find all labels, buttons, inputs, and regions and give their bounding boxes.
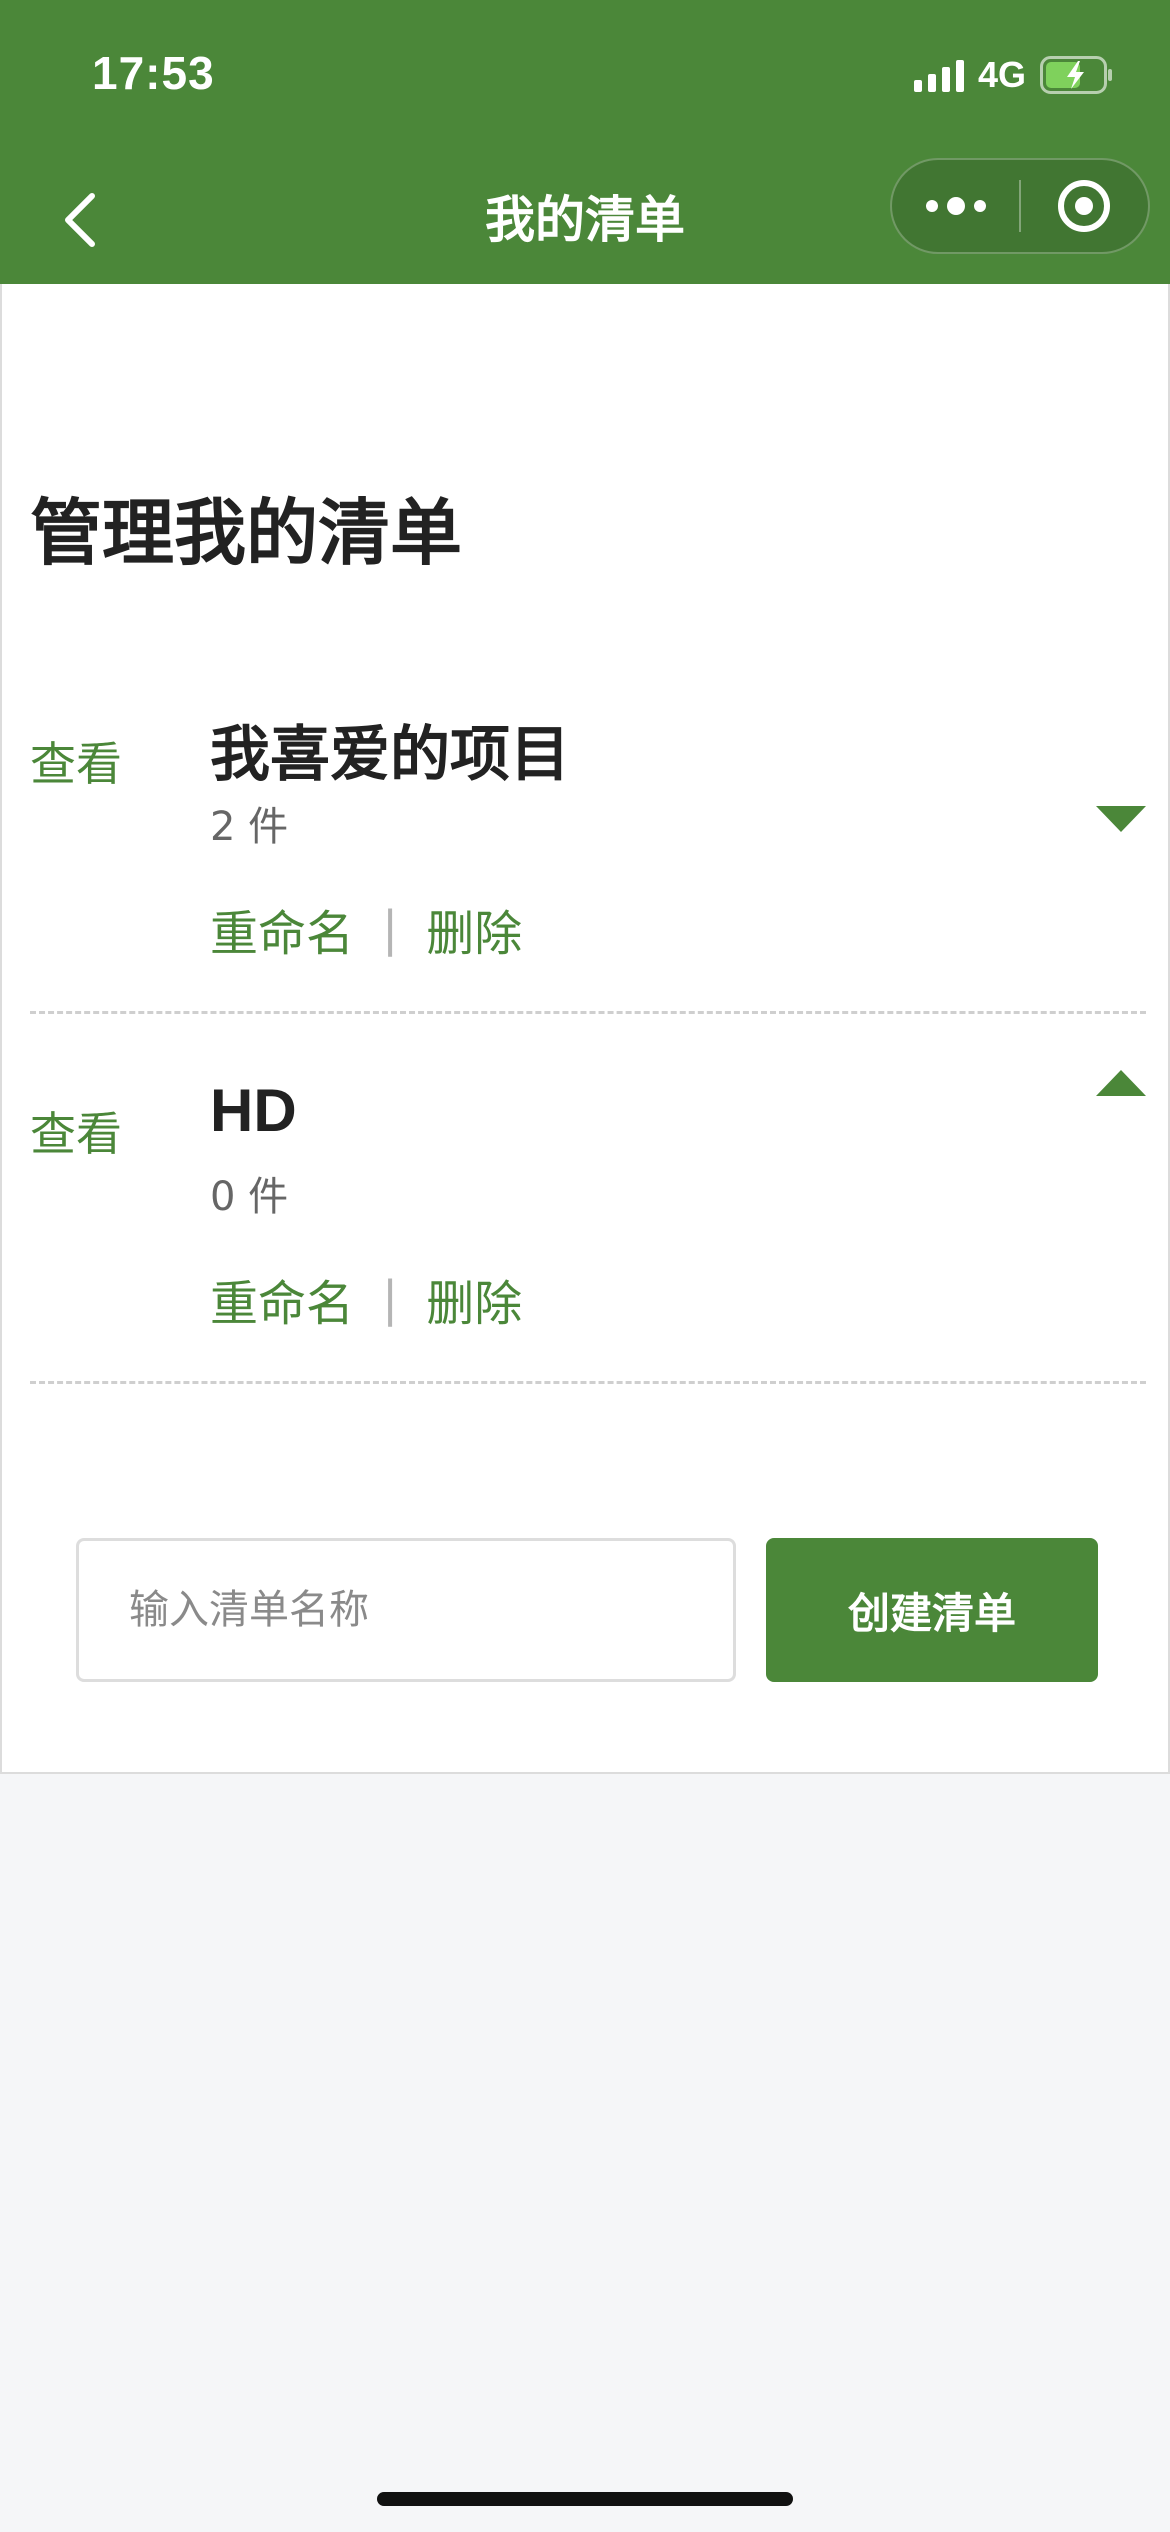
close-miniprogram-button[interactable] bbox=[1021, 158, 1148, 254]
list-actions: 重命名 | 删除 bbox=[210, 894, 522, 964]
status-indicators: 4G bbox=[913, 52, 1114, 98]
triangle-up-icon[interactable] bbox=[1096, 1068, 1146, 1098]
battery-charging-icon bbox=[1040, 56, 1112, 94]
more-button[interactable] bbox=[892, 158, 1019, 254]
more-dots-icon bbox=[925, 197, 986, 215]
target-close-icon bbox=[1058, 180, 1111, 232]
rename-link[interactable]: 重命名 bbox=[210, 1264, 354, 1334]
header: 17:53 4G 我的清单 bbox=[0, 0, 1170, 284]
create-list-button[interactable]: 创建清单 bbox=[766, 1538, 1098, 1682]
list-count: 0 件 bbox=[210, 1174, 289, 1220]
status-bar: 17:53 4G bbox=[0, 0, 1170, 150]
status-time: 17:53 bbox=[92, 47, 215, 99]
nav-bar: 我的清单 bbox=[0, 150, 1170, 284]
delete-link[interactable]: 删除 bbox=[426, 1264, 522, 1334]
delete-link[interactable]: 删除 bbox=[426, 894, 522, 964]
network-label: 4G bbox=[977, 54, 1026, 95]
list-name-input[interactable] bbox=[76, 1538, 736, 1682]
page-title: 管理我的清单 bbox=[30, 491, 463, 575]
action-separator: | bbox=[382, 901, 399, 957]
list-item: 查看 我喜爱的项目 2 件 重命名 | 删除 bbox=[30, 644, 1146, 1014]
triangle-down-icon[interactable] bbox=[1096, 804, 1146, 834]
view-list-link[interactable]: 查看 bbox=[30, 1098, 122, 1164]
home-indicator bbox=[377, 2492, 793, 2506]
main-panel: 管理我的清单 查看 我喜爱的项目 2 件 重命名 | 删除 查看 HD 0 件 … bbox=[0, 284, 1170, 1774]
list-actions: 重命名 | 删除 bbox=[210, 1264, 522, 1334]
list-item: 查看 HD 0 件 重命名 | 删除 bbox=[30, 1014, 1146, 1384]
signal-icon bbox=[913, 58, 964, 92]
view-list-link[interactable]: 查看 bbox=[30, 728, 122, 794]
list-name: 我喜爱的项目 bbox=[210, 720, 570, 790]
rename-link[interactable]: 重命名 bbox=[210, 894, 354, 964]
action-separator: | bbox=[382, 1271, 399, 1327]
list-name: HD bbox=[210, 1077, 297, 1144]
list-count: 2 件 bbox=[210, 804, 289, 850]
miniprogram-capsule bbox=[890, 158, 1150, 254]
